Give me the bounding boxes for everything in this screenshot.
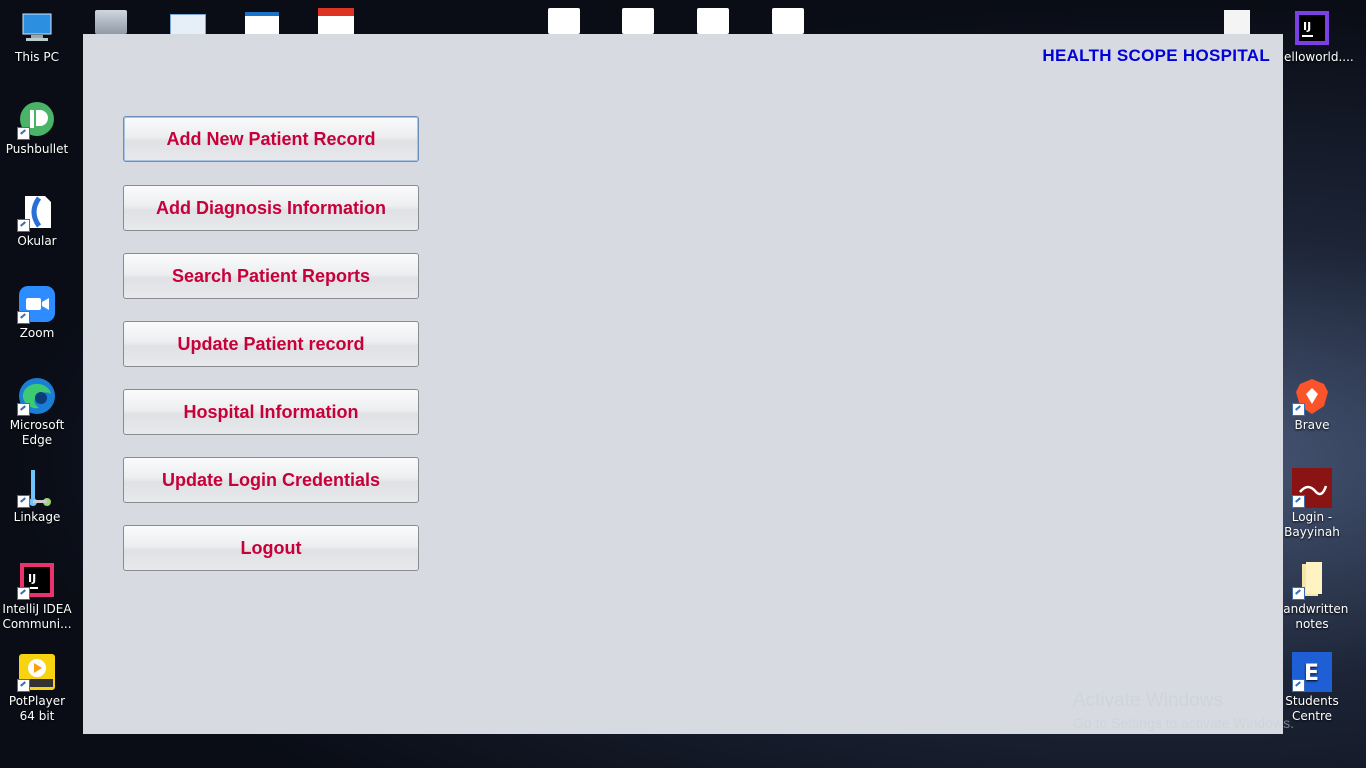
desktop-icon-label: handwritten notes <box>1275 602 1349 631</box>
desktop-icon-label: Linkage <box>13 510 61 524</box>
intellij-icon: IJ <box>17 560 57 600</box>
document-icon[interactable] <box>170 14 206 36</box>
svg-text:IJ: IJ <box>28 572 36 585</box>
okular-icon[interactable] <box>697 8 729 34</box>
hospital-information-button[interactable]: Hospital Information <box>123 389 419 435</box>
bayyinah-icon <box>1292 468 1332 508</box>
desktop-icon-label: Login - Bayyinah <box>1284 510 1340 539</box>
desktop-icon-label: Brave <box>1294 418 1330 432</box>
okular-icon[interactable] <box>622 8 654 34</box>
okular-icon <box>17 192 57 232</box>
zoom-icon <box>17 284 57 324</box>
edge-icon <box>17 376 57 416</box>
watermark-subtitle: Go to Settings to activate Windows. <box>1073 715 1294 731</box>
desktop-icon-label: Okular <box>17 234 57 248</box>
svg-text:IJ: IJ <box>1303 20 1311 33</box>
desktop-icon-intellij[interactable]: IJ IntelliJ IDEA Communi... <box>0 560 74 632</box>
brave-icon <box>1292 376 1332 416</box>
update-patient-record-button[interactable]: Update Patient record <box>123 321 419 367</box>
add-diagnosis-information-button[interactable]: Add Diagnosis Information <box>123 185 419 231</box>
pushbullet-icon <box>17 100 57 140</box>
desktop-icon-label: IntelliJ IDEA Communi... <box>2 602 72 631</box>
file-icon[interactable] <box>1224 10 1250 34</box>
hospital-title: HEALTH SCOPE HOSPITAL <box>1042 46 1270 65</box>
desktop-icon-label: Helloworld.... <box>1275 50 1354 64</box>
desktop-icon-brave[interactable]: Brave <box>1275 376 1349 433</box>
desktop-icon-label: Zoom <box>19 326 55 340</box>
watermark-title: Activate Windows <box>1073 690 1223 711</box>
logout-button[interactable]: Logout <box>123 525 419 571</box>
recycle-bin-icon[interactable] <box>95 10 127 34</box>
desktop-icon-edge[interactable]: Microsoft Edge <box>0 376 74 448</box>
desktop-icon-label: PotPlayer 64 bit <box>8 694 66 723</box>
intellij-icon: IJ <box>1292 8 1332 48</box>
desktop-icon-this-pc[interactable]: This PC <box>0 8 74 65</box>
desktop-icon-label: This PC <box>15 50 59 64</box>
desktop-icon-okular[interactable]: Okular <box>0 192 74 249</box>
students-centre-icon: E <box>1292 652 1332 692</box>
desktop-icon-helloworld[interactable]: IJ Helloworld.... <box>1275 8 1354 65</box>
main-menu-window: HEALTH SCOPE HOSPITAL Add New Patient Re… <box>83 34 1283 734</box>
desktop-icon-zoom[interactable]: Zoom <box>0 284 74 341</box>
okular-icon[interactable] <box>548 8 580 34</box>
svg-text:E: E <box>1304 661 1319 686</box>
update-login-credentials-button[interactable]: Update Login Credentials <box>123 457 419 503</box>
desktop-icon-potplayer[interactable]: PotPlayer 64 bit <box>0 652 74 724</box>
desktop-icon-handwritten-notes[interactable]: handwritten notes <box>1275 560 1349 632</box>
desktop-icon-pushbullet[interactable]: Pushbullet <box>0 100 74 157</box>
okular-icon[interactable] <box>772 8 804 34</box>
desktop-icon-bayyinah[interactable]: Login - Bayyinah <box>1275 468 1349 540</box>
linkage-icon <box>17 468 57 508</box>
folder-icon <box>1292 560 1332 600</box>
search-patient-reports-button[interactable]: Search Patient Reports <box>123 253 419 299</box>
add-new-patient-record-button[interactable]: Add New Patient Record <box>123 116 419 162</box>
desktop-icon-linkage[interactable]: Linkage <box>0 468 74 525</box>
potplayer-icon <box>17 652 57 692</box>
computer-icon <box>17 8 57 48</box>
desktop-icon-label: Pushbullet <box>5 142 69 156</box>
activate-windows-watermark: Activate Windows Go to Settings to activ… <box>1073 690 1294 731</box>
desktop-icon-label: Microsoft Edge <box>9 418 65 447</box>
